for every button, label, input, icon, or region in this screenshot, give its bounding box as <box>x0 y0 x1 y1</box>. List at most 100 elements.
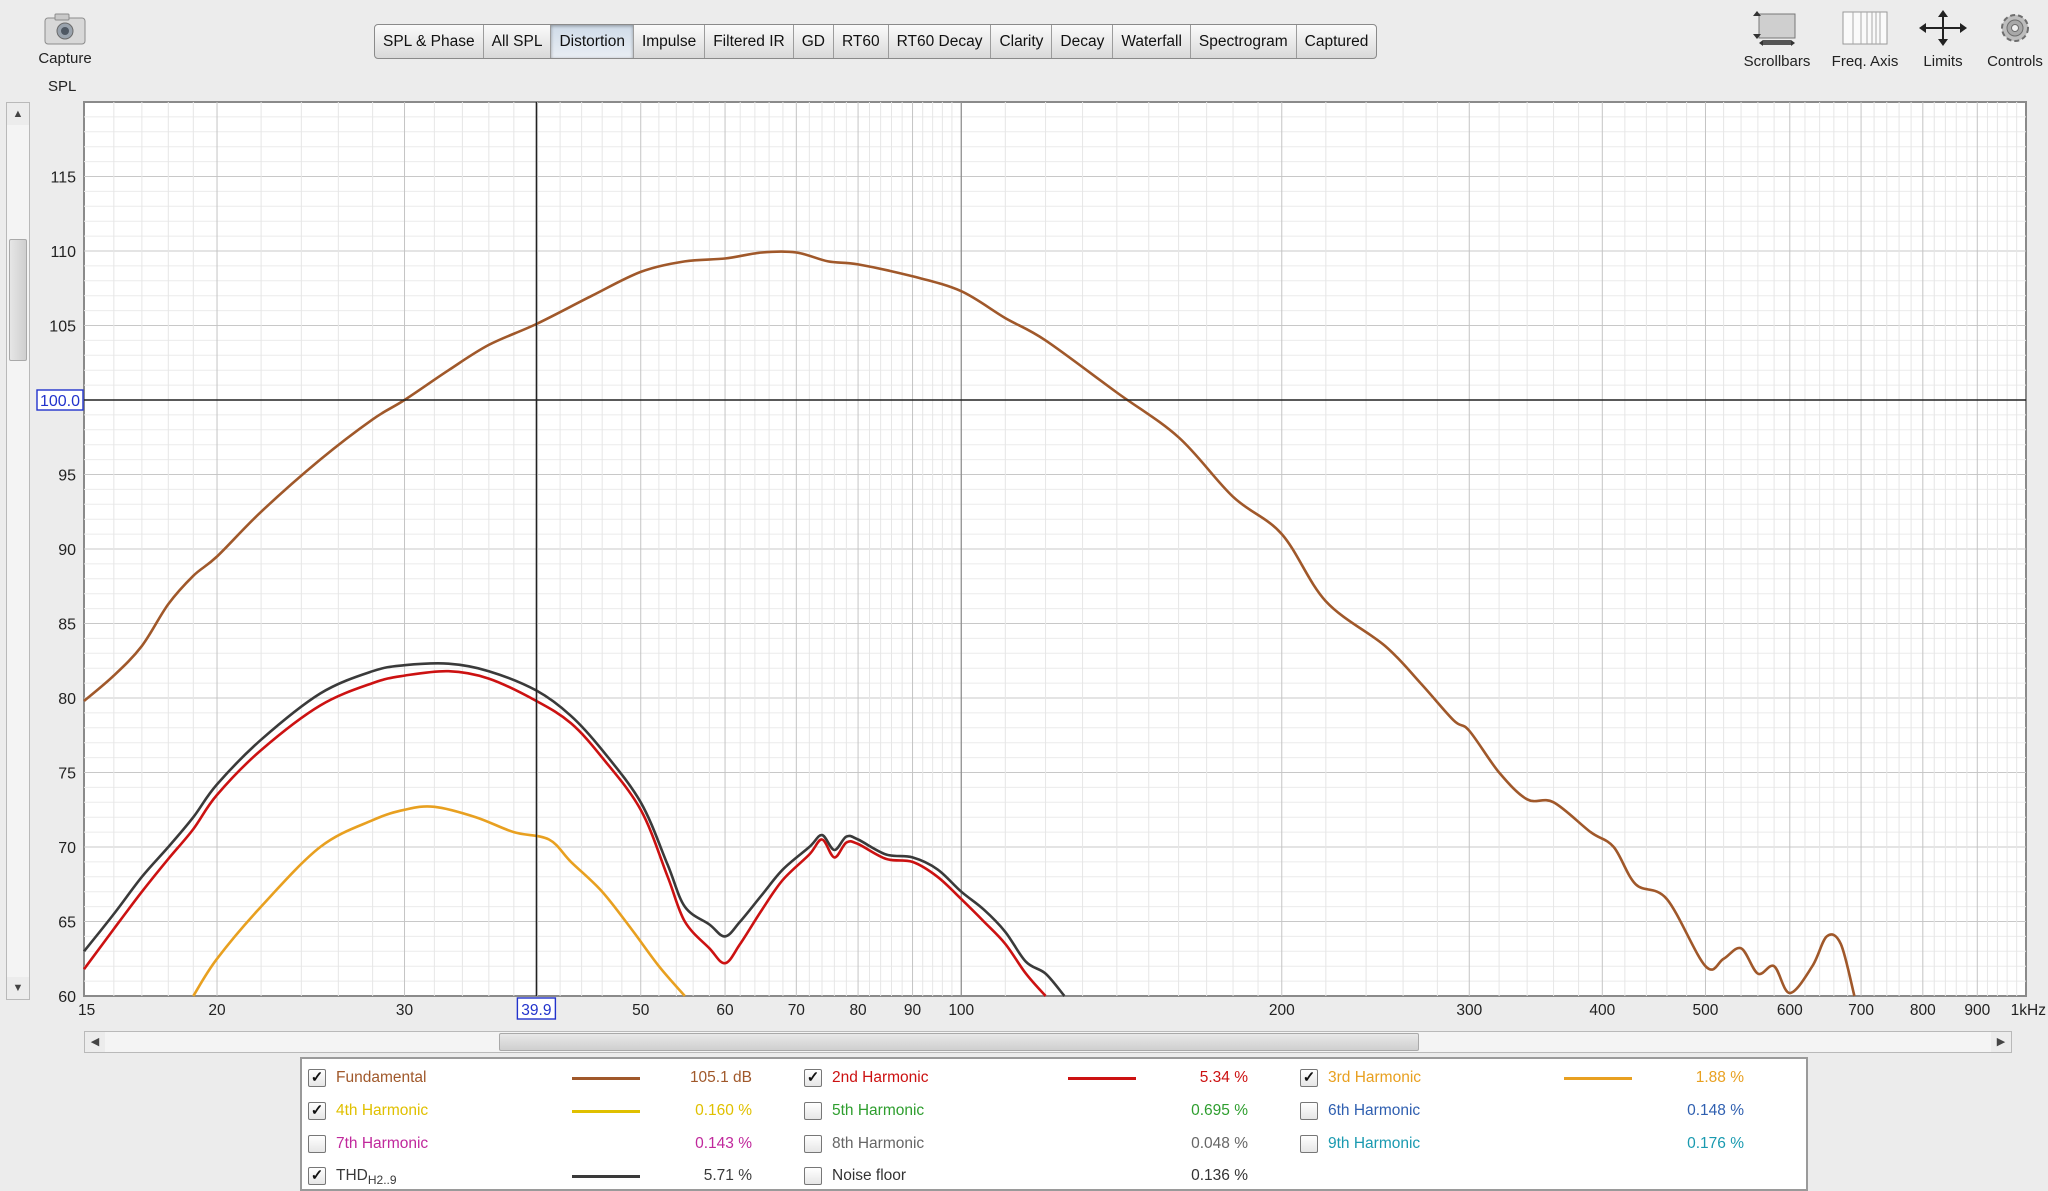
x-tick-label: 300 <box>1456 1002 1482 1019</box>
legend-item-7th-harmonic: 7th Harmonic 0.143 % <box>302 1131 782 1159</box>
x-tick-label: 200 <box>1269 1002 1295 1019</box>
legend-checkbox-7th-harmonic[interactable] <box>308 1135 326 1153</box>
y-tick-label: 60 <box>58 989 76 1006</box>
legend-checkbox-noise-floor[interactable] <box>804 1167 822 1185</box>
legend-value: 5.34 % <box>1199 1069 1248 1086</box>
legend-checkbox-2nd-harmonic[interactable]: ✓ <box>804 1069 822 1087</box>
x-tick-label: 900 <box>1964 1002 1990 1019</box>
legend-name: Fundamental <box>336 1069 426 1087</box>
x-tick-label: 700 <box>1848 1002 1874 1019</box>
legend-checkbox-5th-harmonic[interactable] <box>804 1102 822 1120</box>
legend-item-9th-harmonic: 9th Harmonic 0.176 % <box>1294 1131 1774 1159</box>
legend-value: 0.695 % <box>1191 1102 1248 1119</box>
legend-name-subscript: H2..9 <box>367 1173 397 1188</box>
legend-line-swatch <box>1564 1077 1632 1080</box>
x-tick-label: 50 <box>632 1002 650 1019</box>
y-tick-label: 105 <box>49 319 76 336</box>
legend-name-text: 6th Harmonic <box>1328 1102 1421 1119</box>
arrow-right-icon: ▶ <box>1996 1036 2006 1048</box>
legend-line-swatch <box>1068 1077 1136 1080</box>
legend-name: THDH2..9 <box>336 1167 397 1187</box>
legend-value: 0.176 % <box>1687 1135 1744 1152</box>
y-tick-label: 115 <box>50 170 76 187</box>
legend-item-fundamental: ✓ Fundamental 105.1 dB <box>302 1065 782 1093</box>
x-tick-label: 80 <box>849 1002 867 1019</box>
legend-name: 2nd Harmonic <box>832 1069 929 1087</box>
y-tick-label: 75 <box>58 766 76 783</box>
legend-name: 6th Harmonic <box>1328 1102 1420 1120</box>
x-tick-label: 90 <box>904 1002 922 1019</box>
y-tick-label: 95 <box>58 468 76 485</box>
distortion-graph[interactable]: 60 65 70 75 80 85 90 95 105 110 115 15 20 30 50 60 70 80 9… <box>0 0 2048 1030</box>
x-tick-label: 600 <box>1777 1002 1803 1019</box>
y-tick-label: 70 <box>58 840 76 857</box>
legend-value: 0.148 % <box>1687 1102 1744 1119</box>
legend-value: 105.1 dB <box>689 1069 752 1086</box>
legend-value: 0.143 % <box>695 1135 752 1152</box>
legend-checkbox-fundamental[interactable]: ✓ <box>308 1069 326 1087</box>
x-tick-label: 500 <box>1693 1002 1719 1019</box>
legend-value: 5.71 % <box>703 1167 752 1184</box>
legend-checkbox-thd[interactable]: ✓ <box>308 1167 326 1185</box>
legend-name: 8th Harmonic <box>832 1135 924 1153</box>
legend-checkbox-9th-harmonic[interactable] <box>1300 1135 1318 1153</box>
legend-value: 0.136 % <box>1191 1167 1248 1184</box>
legend-name: 4th Harmonic <box>336 1102 428 1120</box>
horizontal-scrollbar[interactable]: ◀ ▶ <box>84 1031 2012 1053</box>
legend-item-thd: ✓ THDH2..9 5.71 % <box>302 1163 782 1191</box>
legend-item-8th-harmonic: 8th Harmonic 0.048 % <box>798 1131 1278 1159</box>
legend-name: 7th Harmonic <box>336 1135 428 1153</box>
arrow-left-icon: ◀ <box>90 1036 100 1048</box>
legend-name-text: 3rd Harmonic <box>1328 1069 1422 1086</box>
x-tick-label: 70 <box>788 1002 806 1019</box>
y-tick-label: 110 <box>50 244 76 261</box>
scroll-right-button[interactable]: ▶ <box>1991 1032 2011 1052</box>
y-tick-label: 65 <box>58 915 76 932</box>
legend-name-text: 7th Harmonic <box>336 1135 429 1152</box>
legend-line-swatch <box>572 1077 640 1080</box>
legend-name-text: THD <box>336 1167 368 1184</box>
x-tick-label: 800 <box>1910 1002 1936 1019</box>
legend-name-text: 2nd Harmonic <box>832 1069 929 1086</box>
legend-item-6th-harmonic: 6th Harmonic 0.148 % <box>1294 1098 1774 1126</box>
x-tick-label: 30 <box>396 1002 414 1019</box>
scroll-left-button[interactable]: ◀ <box>85 1032 105 1052</box>
legend-line-swatch <box>572 1110 640 1113</box>
legend-item-2nd-harmonic: ✓ 2nd Harmonic 5.34 % <box>798 1065 1278 1093</box>
x-tick-label: 15 <box>78 1002 95 1019</box>
horizontal-scroll-thumb[interactable] <box>499 1033 1419 1051</box>
legend-value: 0.048 % <box>1191 1135 1248 1152</box>
legend-name: 5th Harmonic <box>832 1102 924 1120</box>
y-tick-label: 80 <box>58 691 76 708</box>
legend-name: Noise floor <box>832 1167 906 1185</box>
legend-checkbox-8th-harmonic[interactable] <box>804 1135 822 1153</box>
y-tick-label: 90 <box>58 542 76 559</box>
x-tick-label: 1kHz <box>2011 1002 2046 1019</box>
legend-item-4th-harmonic: ✓ 4th Harmonic 0.160 % <box>302 1098 782 1126</box>
legend-name: 3rd Harmonic <box>1328 1069 1421 1087</box>
legend-value: 0.160 % <box>695 1102 752 1119</box>
legend-item-3rd-harmonic: ✓ 3rd Harmonic 1.88 % <box>1294 1065 1774 1093</box>
x-tick-label: 400 <box>1589 1002 1615 1019</box>
x-tick-label: 100 <box>948 1002 974 1019</box>
legend-item-noise-floor: Noise floor 0.136 % <box>798 1163 1278 1191</box>
legend-checkbox-3rd-harmonic[interactable]: ✓ <box>1300 1069 1318 1087</box>
y-tick-label: 85 <box>58 617 76 634</box>
legend-name-text: 5th Harmonic <box>832 1102 925 1119</box>
cursor-y-value: 100.0 <box>40 393 80 410</box>
legend-name-text: 4th Harmonic <box>336 1102 429 1119</box>
cursor-x-readout: 39.9 <box>516 997 557 1020</box>
legend-name: 9th Harmonic <box>1328 1135 1420 1153</box>
cursor-x-value: 39.9 <box>521 1002 551 1019</box>
legend-name-text: Noise floor <box>832 1167 907 1184</box>
legend-checkbox-4th-harmonic[interactable]: ✓ <box>308 1102 326 1120</box>
cursor-y-readout: 100.0 <box>36 389 84 411</box>
legend-name-text: Fundamental <box>336 1069 427 1086</box>
legend-checkbox-6th-harmonic[interactable] <box>1300 1102 1318 1120</box>
legend-name-text: 8th Harmonic <box>832 1135 925 1152</box>
legend-line-swatch <box>572 1175 640 1178</box>
x-tick-label: 20 <box>208 1002 226 1019</box>
legend-item-5th-harmonic: 5th Harmonic 0.695 % <box>798 1098 1278 1126</box>
trace-legend: ✓ Fundamental 105.1 dB ✓ 2nd Harmonic 5.34 % ✓… <box>300 1057 1808 1191</box>
legend-value: 1.88 % <box>1695 1069 1744 1086</box>
